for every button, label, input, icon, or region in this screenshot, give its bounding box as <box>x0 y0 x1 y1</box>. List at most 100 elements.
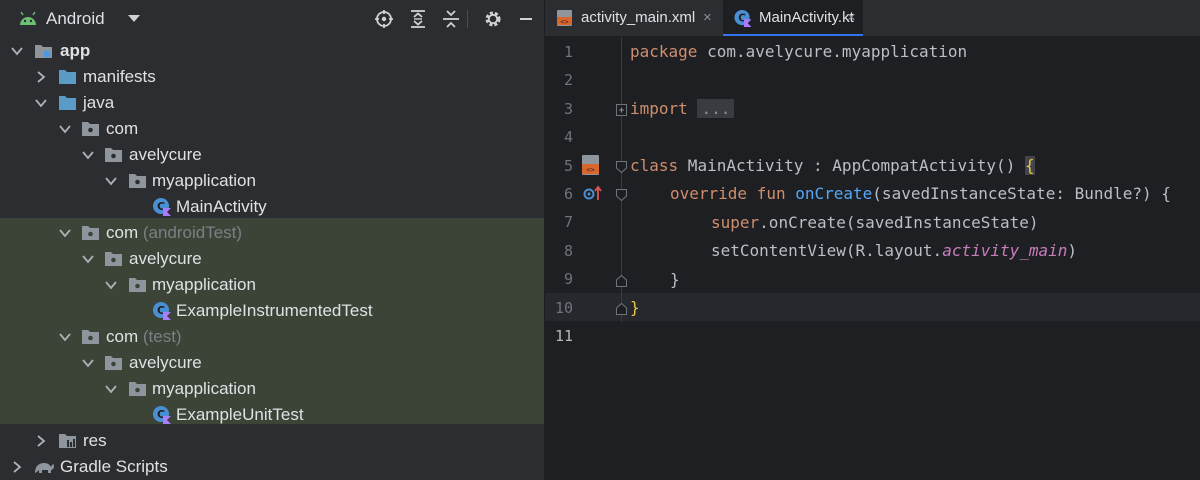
chevron-down-icon[interactable] <box>58 330 72 344</box>
tree-row-com-androidtest[interactable]: com (androidTest) <box>0 220 544 246</box>
code-line-7: override fun onCreate(savedInstanceState… <box>670 184 1171 203</box>
tab-label: MainActivity.kt <box>759 9 854 26</box>
view-selector-label[interactable]: Android <box>46 9 105 29</box>
collapse-all-icon[interactable] <box>441 9 461 29</box>
svg-text:<>: <> <box>586 166 594 174</box>
code-text: com.avelycure.myapplication <box>697 42 968 61</box>
editor-tabbar: <> activity_main.xml × C MainActivity.kt… <box>545 0 1200 37</box>
chevron-down-icon[interactable] <box>104 278 118 292</box>
chevron-down-icon[interactable] <box>10 44 24 58</box>
function-name: onCreate <box>795 184 873 203</box>
code-text: } <box>670 270 680 289</box>
tab-label: activity_main.xml <box>581 9 696 26</box>
chevron-down-icon[interactable] <box>81 356 95 370</box>
svg-text:<>: <> <box>560 18 568 26</box>
xml-file-icon: <> <box>557 10 572 26</box>
code-text: MainActivity : AppCompatActivity() <box>678 156 1025 175</box>
kotlin-class-icon: C <box>153 406 171 424</box>
editor-pane: <> activity_main.xml × C MainActivity.kt… <box>545 0 1200 480</box>
code-line-6: class MainActivity : AppCompatActivity()… <box>630 156 1035 175</box>
fold-icon[interactable] <box>616 189 627 201</box>
code-line-1: package com.avelycure.myapplication <box>630 42 967 61</box>
package-icon <box>129 278 146 292</box>
chevron-down-icon[interactable] <box>104 174 118 188</box>
tree-row-app[interactable]: app <box>0 38 544 64</box>
tree-row-gradle-scripts[interactable]: Gradle Scripts <box>0 454 544 480</box>
tree-label: java <box>83 93 115 112</box>
tree-row-manifests[interactable]: manifests <box>0 64 544 90</box>
tree-row-exampleunittest[interactable]: C ExampleUnitTest <box>0 402 544 428</box>
chevron-right-icon[interactable] <box>34 434 48 448</box>
chevron-down-icon[interactable] <box>58 122 72 136</box>
matched-brace: } <box>630 298 640 317</box>
member-reference: activity_main <box>942 241 1068 260</box>
package-icon <box>82 122 99 136</box>
tree-label-qualifier: (androidTest) <box>142 223 243 242</box>
package-icon <box>129 174 146 188</box>
close-icon[interactable]: × <box>703 9 712 26</box>
line-number: 7 <box>563 213 573 231</box>
minimize-icon[interactable] <box>516 9 536 29</box>
code-text: ) <box>1067 241 1078 260</box>
fold-icon[interactable] <box>616 161 627 173</box>
line-number: 1 <box>563 43 573 61</box>
chevron-down-icon[interactable] <box>34 96 48 110</box>
close-icon[interactable]: × <box>847 9 856 26</box>
keyword: import <box>630 99 688 118</box>
tree-row-myapplication[interactable]: myapplication <box>0 272 544 298</box>
folded-imports[interactable]: ... <box>697 99 735 118</box>
tree-label: myapplication <box>152 379 256 398</box>
line-number: 8 <box>563 242 573 260</box>
fold-icon[interactable] <box>616 275 627 287</box>
line-number: 10 <box>554 299 573 317</box>
code-line-10: } <box>670 270 680 289</box>
tab-activity-main-xml[interactable]: <> activity_main.xml × <box>545 0 720 36</box>
tab-mainactivity-kt[interactable]: C MainActivity.kt × <box>723 0 863 36</box>
keyword: override fun <box>670 184 786 203</box>
locate-icon[interactable] <box>374 9 394 29</box>
kotlin-file-icon: C <box>734 9 752 27</box>
tree-row-avelycure[interactable]: avelycure <box>0 142 544 168</box>
tree-row-avelycure[interactable]: avelycure <box>0 246 544 272</box>
folder-icon <box>59 96 76 110</box>
header-separator <box>467 10 468 28</box>
code-editor[interactable]: 1 2 3 4 5 6 7 8 9 10 11 <> package com.a… <box>545 37 1200 480</box>
chevron-down-icon[interactable] <box>81 148 95 162</box>
tree-row-exampleinstrumentedtest[interactable]: C ExampleInstrumentedTest <box>0 298 544 324</box>
tree-row-myapplication[interactable]: myapplication <box>0 168 544 194</box>
chevron-down-icon[interactable] <box>58 226 72 240</box>
tree-row-mainactivity[interactable]: C MainActivity <box>0 194 544 220</box>
tree-row-myapplication[interactable]: myapplication <box>0 376 544 402</box>
tree-label: avelycure <box>129 249 202 268</box>
chevron-down-icon[interactable] <box>104 382 118 396</box>
gear-icon[interactable] <box>483 9 503 29</box>
chevron-right-icon[interactable] <box>10 460 24 474</box>
chevron-down-icon[interactable] <box>81 252 95 266</box>
code-line-8: super.onCreate(savedInstanceState) <box>711 213 1039 232</box>
package-icon <box>82 226 99 240</box>
expand-all-icon[interactable] <box>408 9 428 29</box>
tree-label-qualifier: (test) <box>142 327 182 346</box>
line-number: 4 <box>563 128 573 146</box>
line-number: 6 <box>563 185 573 203</box>
override-gutter-icon[interactable] <box>583 185 603 201</box>
tree-row-java[interactable]: java <box>0 90 544 116</box>
line-number: 3 <box>563 100 573 118</box>
tree-row-avelycure[interactable]: avelycure <box>0 350 544 376</box>
package-icon <box>105 356 122 370</box>
tree-row-res[interactable]: res <box>0 428 544 454</box>
layout-file-gutter-icon[interactable]: <> <box>581 154 601 176</box>
android-icon <box>20 11 36 25</box>
tree-row-com-test[interactable]: com (test) <box>0 324 544 350</box>
chevron-down-icon[interactable] <box>128 15 140 22</box>
module-folder-icon <box>35 45 52 58</box>
fold-icon[interactable] <box>616 104 627 116</box>
fold-icon[interactable] <box>616 303 627 315</box>
chevron-right-icon[interactable] <box>34 70 48 84</box>
tree-label: manifests <box>83 67 156 86</box>
keyword: super <box>711 213 760 232</box>
project-panel: Android app manifests java com avelycure… <box>0 0 544 480</box>
code-text: (savedInstanceState: Bundle?) { <box>872 184 1171 203</box>
tree-label: com <box>106 119 139 138</box>
tree-row-com[interactable]: com <box>0 116 544 142</box>
